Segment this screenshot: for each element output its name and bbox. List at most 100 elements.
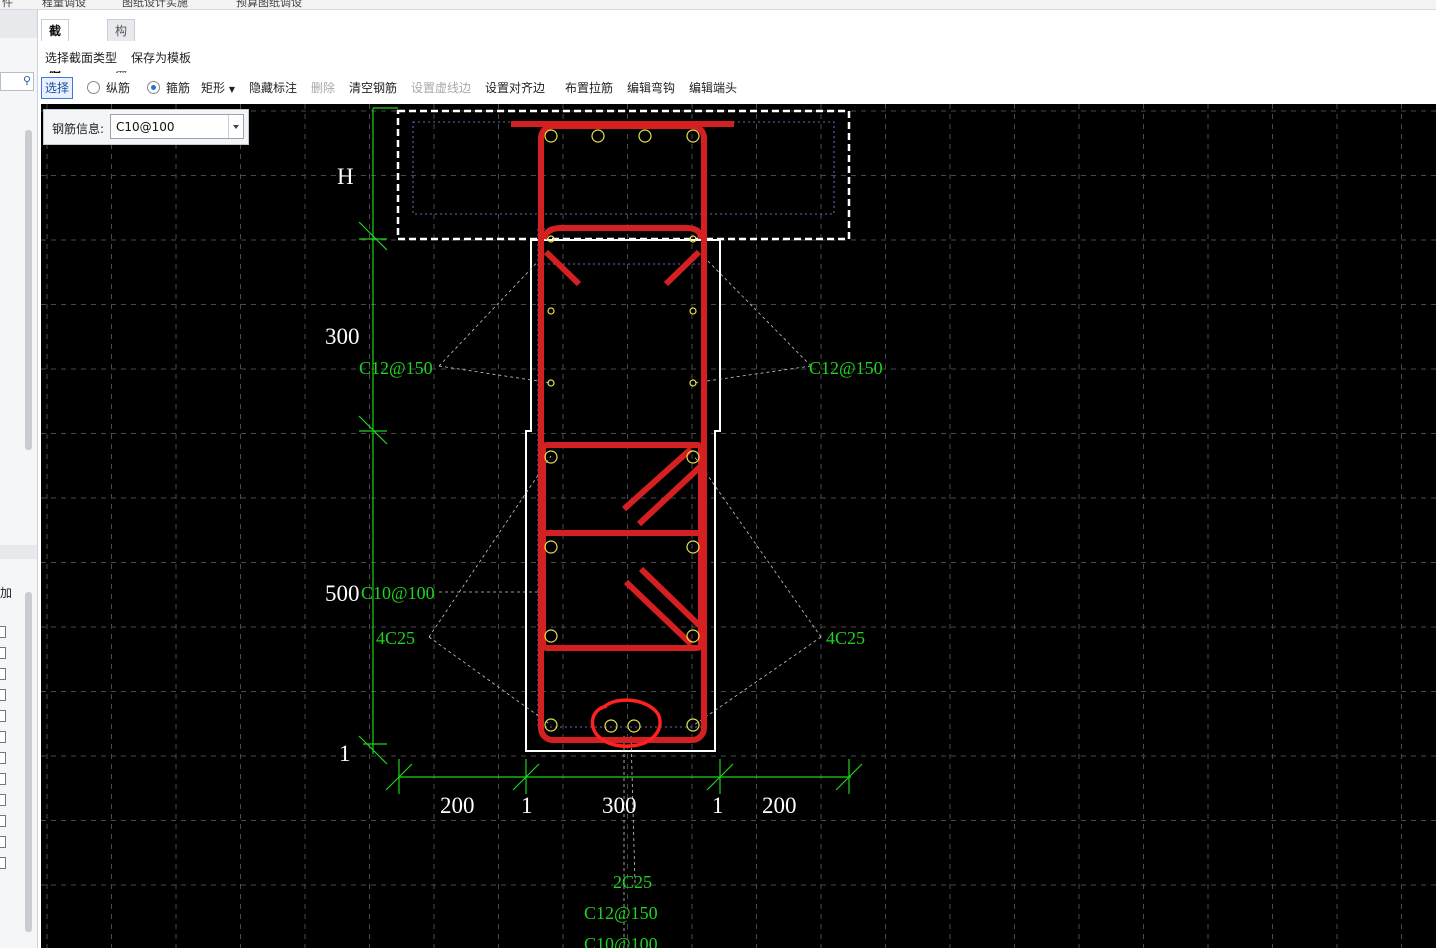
top-title-strip: 件 程量调设 图纸设计实施 预算图纸调设 [0, 0, 1436, 10]
dim-label-200-left: 200 [440, 793, 475, 818]
left-panel-header [0, 10, 37, 38]
rebar-point [604, 719, 618, 733]
annotation-left-bottom[interactable]: 4C25 [376, 628, 415, 648]
rebar-point [686, 629, 700, 643]
annotation-right-top[interactable]: C12@150 [809, 358, 883, 378]
rect-label: 矩形 [201, 81, 226, 95]
list-checkbox[interactable] [0, 815, 6, 827]
section-outline [525, 239, 721, 752]
dim-label-1-left: 1 [521, 793, 533, 818]
list-checkbox[interactable] [0, 626, 6, 638]
left-list-scrollbar[interactable] [25, 592, 32, 932]
rebar-point [689, 307, 697, 315]
annotation-bottom-1[interactable]: 2C25 [613, 872, 652, 892]
list-checkbox[interactable] [0, 647, 6, 659]
rebar-stirrups [511, 121, 734, 743]
annotation-left-stirrup[interactable]: C10@100 [361, 583, 435, 603]
stirrup-label: 箍筋 [166, 81, 191, 95]
hide-label-button[interactable]: 隐藏标注 [249, 79, 297, 97]
rebar-point [689, 379, 697, 387]
leader-line [438, 253, 546, 367]
edit-hook-button[interactable]: 编辑弯钩 [627, 79, 675, 97]
list-checkbox[interactable] [0, 710, 6, 722]
rebar-point [547, 307, 555, 315]
rebar-point [544, 629, 558, 643]
select-section-type-button[interactable]: 选择截面类型 [45, 49, 117, 66]
web-outline [525, 239, 721, 752]
rebar-point [544, 450, 558, 464]
rebar-points [544, 129, 700, 733]
rebar-point [686, 450, 700, 464]
save-template-button[interactable]: 保存为模板 [131, 49, 191, 66]
flange-inner-line [412, 121, 835, 215]
list-checkbox[interactable] [0, 857, 6, 869]
dim-label-1-right: 1 [712, 793, 724, 818]
set-align-edge-button[interactable]: 设置对齐边 [485, 79, 545, 97]
stirrup-hook [623, 579, 694, 647]
stirrup-hook [621, 446, 694, 512]
chevron-down-icon: ▼ [228, 85, 235, 94]
list-checkbox[interactable] [0, 794, 6, 806]
tab-section-edit[interactable]: 截面编辑 [41, 19, 70, 104]
top-strip-item[interactable]: 程量调设 [42, 0, 86, 9]
radio-icon [87, 81, 100, 94]
place-tie-button[interactable]: 布置拉筋 [565, 79, 613, 97]
select-button[interactable]: 选择 [41, 77, 74, 99]
annotation-right-bottom[interactable]: 4C25 [826, 628, 865, 648]
rebar-point [591, 129, 605, 143]
rebar-point [547, 379, 555, 387]
rect-dropdown[interactable]: 矩形 ▼ [201, 79, 235, 97]
search-icon[interactable]: ⚲ [23, 74, 31, 87]
longitudinal-radio[interactable]: 纵筋 [87, 79, 130, 97]
toolbar-secondary: 选择 纵筋 箍筋 矩形 ▼ 隐藏标注 删除 清空钢筋 设置虚线边 设置对齐边 布… [41, 73, 1436, 103]
clear-rebar-button[interactable]: 清空钢筋 [349, 79, 397, 97]
rebar-point [638, 129, 652, 143]
top-strip-item[interactable]: 图纸设计实施 [122, 0, 188, 9]
longitudinal-label: 纵筋 [106, 81, 131, 95]
leader-line [428, 636, 552, 726]
top-strip-item[interactable]: 预算图纸调设 [236, 0, 302, 9]
list-checkbox[interactable] [0, 752, 6, 764]
edit-end-button[interactable]: 编辑端头 [689, 79, 737, 97]
list-checkbox[interactable] [0, 731, 6, 743]
dim-label-h: H [337, 164, 354, 189]
dim-label-500: 500 [325, 581, 360, 606]
dim-label-200-right: 200 [762, 793, 797, 818]
list-checkbox[interactable] [0, 836, 6, 848]
list-checkbox[interactable] [0, 668, 6, 680]
annotation-bottom-2[interactable]: C12@150 [584, 903, 658, 923]
left-panel: ⚲ 加 [0, 10, 38, 948]
rebar-info-select[interactable]: C10@100 [110, 114, 244, 139]
set-dashed-edge-button[interactable]: 设置虚线边 [411, 79, 471, 97]
list-checkbox[interactable] [0, 773, 6, 785]
dimension-labels: H 300 500 1 200 1 300 1 200 [325, 164, 797, 818]
rebar-point [544, 129, 558, 143]
left-panel-divider [0, 545, 37, 559]
tab-component-method[interactable]: 构件做法 [107, 19, 136, 104]
upper-stirrup [541, 225, 704, 240]
chevron-down-icon[interactable] [228, 115, 243, 138]
inner-stirrup [540, 442, 704, 651]
search-input[interactable]: ⚲ [0, 72, 34, 91]
rebar-info-label: 钢筋信息: [52, 122, 105, 136]
list-checkbox[interactable] [0, 689, 6, 701]
annotation-bottom-3[interactable]: C10@100 [584, 934, 658, 948]
rebar-point [686, 129, 700, 143]
dim-label-300: 300 [325, 324, 360, 349]
stirrup-hook [663, 249, 702, 287]
leader-line [693, 455, 822, 638]
leader-lines [428, 253, 822, 948]
leader-line [428, 455, 552, 638]
left-panel-scrollbar[interactable] [25, 130, 32, 450]
dim-label-300-bottom: 300 [602, 793, 637, 818]
rebar-point [627, 719, 641, 733]
rebar-info-panel: 钢筋信息: C10@100 [43, 109, 249, 145]
delete-button[interactable]: 删除 [311, 79, 335, 97]
drawing-canvas[interactable]: H 300 500 1 200 1 300 1 200 C12@150 C12@… [41, 104, 1436, 948]
dim-label-1: 1 [339, 741, 351, 766]
add-label[interactable]: 加 [0, 584, 12, 601]
section-drawing: H 300 500 1 200 1 300 1 200 C12@150 C12@… [41, 104, 1436, 948]
annotation-left-top[interactable]: C12@150 [359, 358, 433, 378]
stirrup-radio[interactable]: 箍筋 [147, 79, 190, 97]
toolbar-primary: 选择截面类型 保存为模板 [41, 41, 1436, 71]
